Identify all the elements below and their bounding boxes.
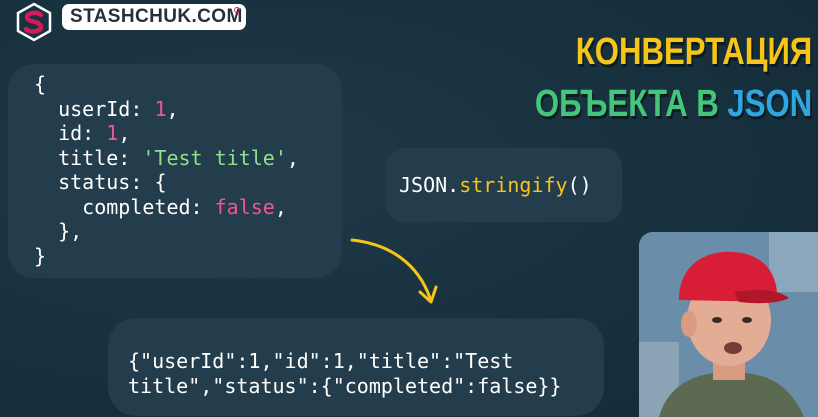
curved-arrow-down-right-icon xyxy=(350,238,438,304)
headline-json-accent: JSON xyxy=(727,83,812,125)
stringify-method: stringify xyxy=(459,173,568,197)
json-object-name: JSON. xyxy=(399,173,460,197)
code-brace: { xyxy=(154,170,167,194)
code-brace: } xyxy=(34,243,47,268)
code-key: id: xyxy=(58,121,95,145)
json-output-line: title","status":{"completed":false}} xyxy=(128,374,562,398)
code-number: 1 xyxy=(106,121,119,145)
call-parens: () xyxy=(567,173,592,197)
code-brace: }, xyxy=(58,219,83,243)
json-output-block: {"userId":1,"id":1,"title":"Test title",… xyxy=(128,349,561,399)
headline-line-1: КОНВЕРТАЦИЯ xyxy=(575,31,812,73)
code-string: 'Test title' xyxy=(142,145,287,170)
video-frame: STASHCHUK.COM КОНВЕРТАЦИЯ ОБЪЕКТА В JSON… xyxy=(0,0,818,417)
code-boolean: false xyxy=(214,194,275,219)
brand-dot-icon xyxy=(234,7,240,13)
video-headline: КОНВЕРТАЦИЯ ОБЪЕКТА В JSON xyxy=(535,26,812,130)
presenter-illustration xyxy=(639,232,818,417)
stashchuk-s-logo-icon xyxy=(16,2,52,42)
json-output-line: {"userId":1,"id":1,"title":"Test xyxy=(128,349,514,373)
code-key: title: xyxy=(58,145,131,170)
brand-name: STASHCHUK.COM xyxy=(70,6,243,27)
code-key: status: xyxy=(58,170,143,194)
code-brace: { xyxy=(34,72,47,96)
presenter-photo xyxy=(639,232,818,417)
object-code-block: { userId: 1, id: 1, title: 'Test title',… xyxy=(34,72,299,268)
headline-line-2-text: ОБЪЕКТА В xyxy=(534,83,719,125)
code-key: userId: xyxy=(58,96,143,121)
code-key: completed: xyxy=(82,194,203,219)
method-call: JSON.stringify() xyxy=(399,173,592,198)
headline-line-2: ОБЪЕКТА В JSON xyxy=(535,78,812,130)
code-number: 1 xyxy=(154,96,167,121)
